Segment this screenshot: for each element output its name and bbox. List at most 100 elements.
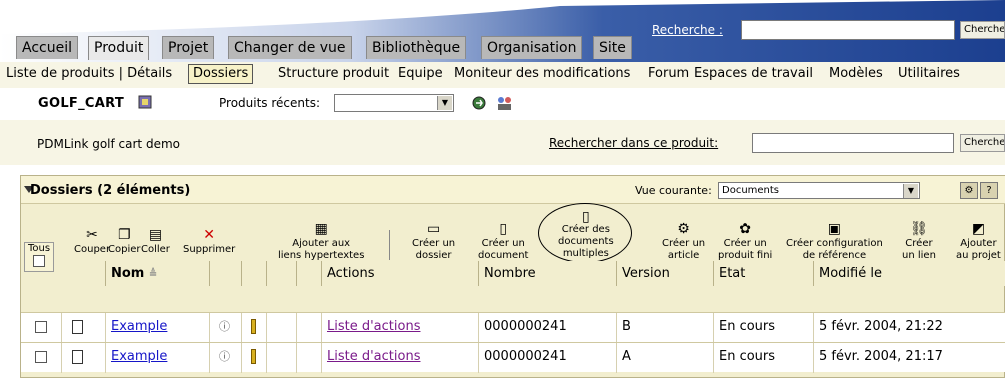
info-icon[interactable]: ⓘ: [219, 320, 230, 333]
document-name-link[interactable]: Example: [111, 349, 167, 364]
modified-cell: 5 févr. 2004, 21:17: [813, 343, 1005, 373]
edit-cell: [241, 313, 266, 343]
tab-bibliotheque[interactable]: Bibliothèque: [366, 36, 467, 59]
subnav-forum[interactable]: Forum: [648, 65, 689, 83]
create-product-button[interactable]: ✿ Créer un produit fini: [718, 220, 772, 262]
chevron-down-icon: ▼: [437, 96, 452, 110]
create-folder-button[interactable]: ▭ Créer un dossier: [412, 220, 455, 262]
tab-changer-de-vue[interactable]: Changer de vue: [228, 36, 352, 59]
column-header-name[interactable]: Nom ≜: [105, 261, 209, 286]
subnav-utilitaires[interactable]: Utilitaires: [898, 65, 960, 83]
go-icon[interactable]: [470, 94, 488, 112]
copy-button[interactable]: ❐ Copier: [108, 226, 141, 256]
row-checkbox-cell: [21, 313, 61, 343]
column-header-number[interactable]: Nombre: [478, 261, 616, 286]
subnav-modeles[interactable]: Modèles: [829, 65, 883, 83]
table-row: Example ⓘ Liste d'actions 0000000241 A E…: [21, 342, 1005, 373]
actions-cell: Liste d'actions: [321, 343, 478, 373]
settings-icon[interactable]: ⚙: [960, 182, 978, 199]
column-header-actions[interactable]: Actions: [321, 261, 478, 286]
product-name: GOLF_CART: [38, 96, 124, 111]
product-search-link[interactable]: Rechercher dans ce produit:: [549, 136, 718, 150]
empty-cell: [266, 313, 296, 343]
select-all-checkbox[interactable]: [33, 255, 45, 267]
column-header-modified[interactable]: Modifié le: [813, 261, 1005, 286]
tab-produit[interactable]: Produit: [88, 36, 150, 60]
number-cell: 0000000241: [478, 343, 616, 373]
action-list-link[interactable]: Liste d'actions: [327, 319, 420, 334]
product-search-button[interactable]: Chercher: [960, 134, 1005, 152]
document-icon: [72, 349, 83, 364]
new-folder-icon: ▭: [426, 221, 441, 237]
column-header-version[interactable]: Version: [616, 261, 713, 286]
pencil-icon[interactable]: [251, 349, 256, 364]
search-input[interactable]: [741, 20, 955, 40]
paste-icon: ▤: [148, 227, 163, 243]
toolbar-separator: [389, 230, 390, 260]
delete-button[interactable]: ✕ Supprimer: [183, 226, 235, 256]
search-button[interactable]: Chercher: [960, 21, 1005, 39]
info-icon[interactable]: ⓘ: [219, 350, 230, 363]
subnav-moniteur[interactable]: Moniteur des modifications: [454, 65, 630, 83]
new-multiple-documents-icon: ▯: [581, 209, 590, 225]
tab-accueil[interactable]: Accueil: [16, 36, 78, 59]
table-row: Example ⓘ Liste d'actions 0000000241 B E…: [21, 312, 1005, 343]
document-name-link[interactable]: Example: [111, 319, 167, 334]
edit-cell: [241, 343, 266, 373]
create-link-button[interactable]: ⛓ Créer un lien: [902, 220, 936, 262]
subnav-product-list[interactable]: Liste de produits | Détails: [6, 65, 172, 83]
sort-ascending-icon: ≜: [148, 269, 158, 280]
search-link[interactable]: Recherche :: [652, 23, 723, 37]
number-cell: 0000000241: [478, 313, 616, 343]
create-document-button[interactable]: ▯ Créer un document: [478, 220, 528, 262]
name-cell: Example: [105, 313, 209, 343]
version-cell: B: [616, 313, 713, 343]
add-to-project-button[interactable]: ◩ Ajouter au projet: [956, 220, 1001, 262]
document-type-cell: [61, 313, 105, 343]
create-article-button[interactable]: ⚙ Créer un article: [662, 220, 705, 262]
cut-button[interactable]: ✂ Couper: [74, 226, 110, 256]
subnav-structure[interactable]: Structure produit: [278, 65, 389, 83]
add-to-project-icon: ◩: [971, 221, 986, 237]
help-icon[interactable]: ?: [980, 182, 998, 199]
column-header-blank: [266, 261, 296, 286]
action-list-link[interactable]: Liste d'actions: [327, 349, 420, 364]
tab-site[interactable]: Site: [593, 36, 632, 59]
context-title: PDMLink golf cart demo: [37, 137, 180, 151]
empty-cell: [296, 313, 321, 343]
current-view-select[interactable]: Documents ▼: [718, 182, 920, 199]
select-all[interactable]: Tous: [24, 242, 54, 272]
subnav-dossiers[interactable]: Dossiers: [188, 64, 254, 84]
info-cell: ⓘ: [209, 313, 241, 343]
empty-cell: [266, 343, 296, 373]
subnav-espaces[interactable]: Espaces de travail: [694, 65, 813, 83]
paste-button[interactable]: ▤ Coller: [141, 226, 170, 256]
row-checkbox[interactable]: [35, 350, 47, 363]
pencil-icon[interactable]: [251, 319, 256, 334]
tab-projet[interactable]: Projet: [162, 36, 215, 59]
product-structure-icon[interactable]: [137, 94, 155, 112]
info-cell: ⓘ: [209, 343, 241, 373]
header-banner: Accueil Produit Projet Changer de vue Bi…: [0, 0, 1005, 62]
create-baseline-button[interactable]: ▣ Créer configuration de référence: [786, 220, 883, 262]
column-header-edit: [241, 261, 266, 286]
state-cell: En cours: [713, 313, 813, 343]
version-cell: A: [616, 343, 713, 373]
document-type-cell: [61, 343, 105, 373]
subnav-equipe[interactable]: Equipe: [398, 65, 443, 83]
column-header-state[interactable]: Etat: [713, 261, 813, 286]
tab-organisation[interactable]: Organisation: [481, 36, 583, 59]
create-multiple-documents-button[interactable]: ▯ Créer des documents multiples: [558, 210, 614, 260]
product-search-input[interactable]: [752, 133, 954, 153]
name-cell: Example: [105, 343, 209, 373]
team-icon[interactable]: [496, 94, 514, 112]
add-to-hyperlinks-button[interactable]: ▦ Ajouter aux liens hypertextes: [278, 220, 364, 262]
row-checkbox[interactable]: [35, 320, 47, 333]
hyperlink-icon: ▦: [314, 221, 328, 237]
empty-cell: [296, 343, 321, 373]
current-view-value: Documents: [722, 185, 780, 196]
recent-products-label: Produits récents:: [219, 96, 321, 110]
modified-cell: 5 févr. 2004, 21:22: [813, 313, 1005, 343]
row-checkbox-cell: [21, 343, 61, 373]
recent-products-select[interactable]: ▼: [334, 94, 454, 112]
